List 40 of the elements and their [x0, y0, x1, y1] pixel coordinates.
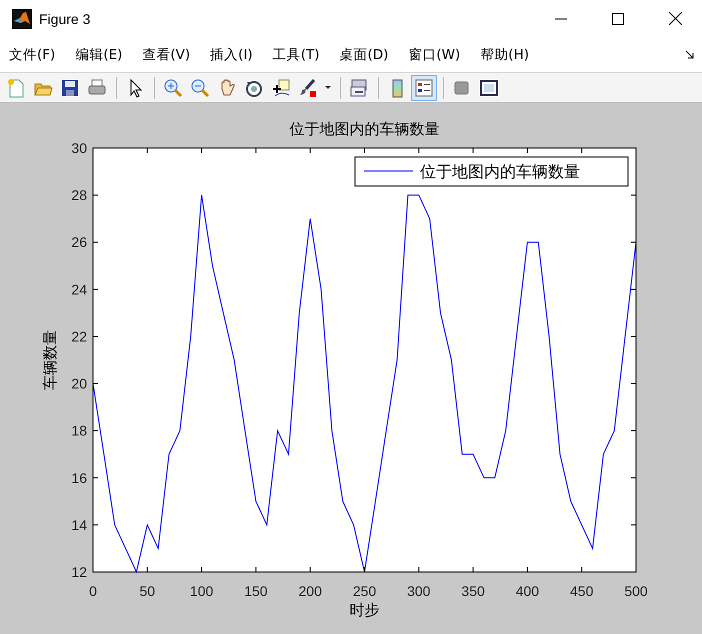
- x-tick-label: 150: [244, 583, 268, 599]
- app-logo-icon: [12, 8, 32, 28]
- y-tick-label: 24: [71, 281, 87, 298]
- x-tick-label: 50: [140, 583, 156, 599]
- menu-item[interactable]: 窗口(W): [408, 46, 460, 64]
- y-tick-label: 26: [71, 234, 87, 250]
- y-tick-label: 18: [71, 422, 87, 439]
- maximize-icon[interactable]: [612, 12, 624, 24]
- chart-title: 位于地图内的车辆数量: [290, 120, 440, 138]
- x-tick-label: 400: [516, 583, 540, 599]
- menu-item[interactable]: 查看(V): [142, 46, 190, 64]
- menu-item[interactable]: 帮助(H): [480, 46, 529, 64]
- x-tick-label: 500: [624, 583, 648, 599]
- y-tick-label: 30: [71, 140, 87, 156]
- legend-icon[interactable]: [412, 76, 436, 100]
- y-axis-label: 车辆数量: [41, 330, 59, 390]
- x-tick-label: 0: [89, 583, 97, 599]
- y-tick-label: 22: [71, 328, 87, 344]
- window-title: Figure 3: [39, 10, 90, 26]
- menu-item[interactable]: 插入(I): [210, 46, 253, 64]
- menu-item[interactable]: 编辑(E): [75, 46, 122, 64]
- x-tick-label: 200: [298, 583, 322, 599]
- x-tick-label: 350: [461, 583, 485, 599]
- y-tick-label: 16: [71, 470, 87, 486]
- close-icon[interactable]: [669, 12, 682, 25]
- x-tick-label: 450: [570, 583, 594, 599]
- y-tick-label: 20: [71, 376, 87, 392]
- legend-line: [364, 170, 414, 172]
- menu-item[interactable]: 文件(F): [9, 46, 56, 64]
- menu-item[interactable]: 桌面(D): [339, 46, 388, 64]
- x-tick-label: 100: [190, 583, 214, 599]
- x-axis-label: 时步: [350, 601, 380, 619]
- legend-label: 位于地图内的车辆数量: [420, 162, 580, 181]
- y-tick-label: 12: [71, 564, 87, 580]
- x-tick-label: 300: [407, 583, 430, 599]
- y-tick-label: 14: [71, 516, 87, 533]
- x-tick-label: 250: [352, 583, 376, 599]
- y-tick-label: 28: [71, 187, 87, 204]
- menu-item[interactable]: 工具(T): [272, 46, 320, 64]
- dock-arrow-icon[interactable]: [685, 50, 694, 59]
